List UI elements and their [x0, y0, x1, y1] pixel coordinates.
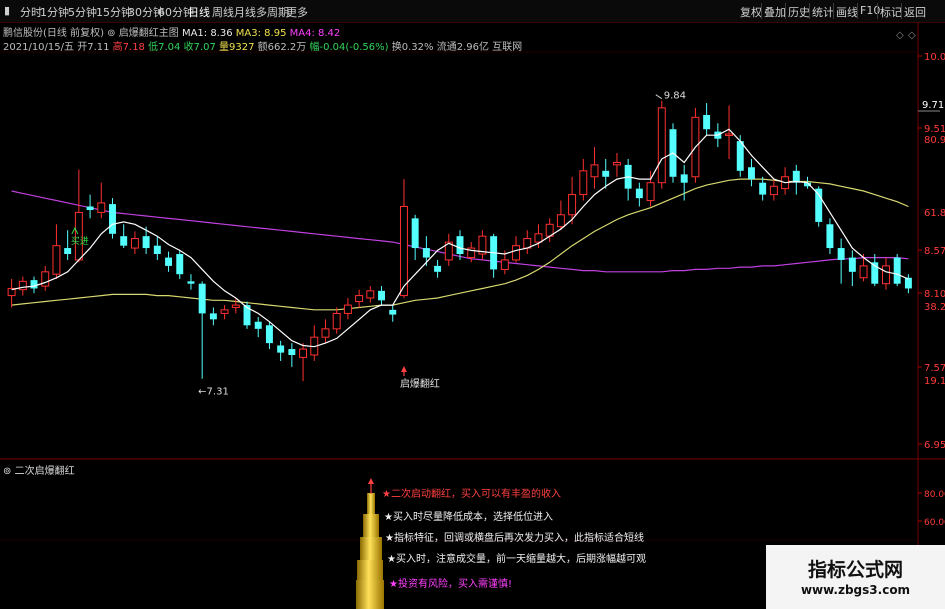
signal-arrow-head [400, 366, 407, 372]
sub-note-0: ★二次启动翻红，买入可以有丰盈的收入 [382, 487, 561, 500]
candle-body-up[interactable] [882, 265, 890, 285]
candle-body-down[interactable] [759, 182, 767, 195]
candle-body-up[interactable] [568, 194, 577, 216]
candle-body-up[interactable] [332, 312, 341, 330]
candle-body-up[interactable] [590, 164, 599, 178]
candle-body-down[interactable] [434, 265, 442, 272]
candle-body-up[interactable] [355, 295, 364, 303]
candle-body-up[interactable] [646, 182, 655, 202]
candle-body-down[interactable] [602, 170, 610, 177]
sub-indicator-name: 二次启爆翻红 [14, 466, 75, 477]
watermark-title: 指标公式网 [807, 559, 903, 581]
candle-body-down[interactable] [422, 248, 430, 258]
diamond-icon[interactable]: ◇ [896, 30, 904, 41]
candle-body-up[interactable] [500, 259, 509, 270]
candle-body-down[interactable] [837, 248, 845, 260]
candle-body-down[interactable] [635, 188, 643, 199]
candle-body-up[interactable] [41, 271, 50, 287]
candle-body-up[interactable] [769, 185, 778, 196]
gold-bar-step-4 [356, 580, 384, 609]
sub-y-tick-label: 60.00 [924, 518, 945, 528]
candle-body-down[interactable] [198, 283, 206, 314]
candle-body-down[interactable] [254, 321, 262, 329]
sub-signal-arrow-head [368, 478, 374, 484]
candle-body-up[interactable] [512, 245, 521, 261]
candle-body-down[interactable] [288, 349, 296, 355]
candle-body-up[interactable] [97, 202, 106, 213]
candle-body-down[interactable] [187, 281, 195, 284]
candle-body-up[interactable] [343, 304, 352, 314]
candle-body-down[interactable] [86, 206, 94, 211]
candle-body-up[interactable] [366, 290, 375, 299]
sub-y-tick-label: 80.00 [924, 490, 945, 500]
current-price-label: 9.71 [922, 100, 944, 111]
y-tick-label: 38.2% [924, 302, 945, 313]
y-tick-label: 9.51 [924, 124, 945, 135]
y-tick-label: 8.10 [924, 289, 945, 300]
low-price-label: ←7.31 [198, 387, 229, 398]
candle-body-up[interactable] [657, 107, 666, 184]
candle-body-down[interactable] [176, 254, 184, 275]
sub-indicator-icon[interactable]: ⊚ [3, 466, 11, 477]
watermark-url: www.zbgs3.com [800, 583, 911, 597]
y-tick-label: 19.1% [924, 376, 945, 387]
candle-body-down[interactable] [893, 257, 901, 284]
high-pointer [655, 94, 663, 100]
settings-icon[interactable]: ◇ [908, 30, 916, 41]
candle-body-down[interactable] [378, 290, 386, 301]
sub-note-1: ★买入时尽量降低成本，选择低位进入 [384, 510, 553, 523]
sub-note-4: ★投资有风险，买入需谨慎! [389, 577, 512, 590]
candle-body-down[interactable] [30, 280, 38, 289]
candle-body-down[interactable] [826, 224, 834, 249]
buy-signal-label: 买进 [71, 236, 89, 247]
candle-body-down[interactable] [747, 167, 755, 180]
y-tick-label: 7.57 [924, 363, 945, 374]
candle-body-down[interactable] [680, 174, 688, 183]
candle-body-down[interactable] [120, 236, 128, 246]
candle-body-up[interactable] [534, 233, 543, 243]
candle-body-down[interactable] [209, 313, 217, 320]
sub-chart-title: ⊚ 二次启爆翻红 [3, 462, 75, 477]
candle-body-down[interactable] [848, 257, 856, 272]
y-tick-label: 6.95 [924, 440, 945, 451]
candle-body-up[interactable] [725, 133, 734, 136]
candle-body-down[interactable] [703, 114, 711, 130]
candle-body-up[interactable] [859, 265, 868, 279]
candle-body-down[interactable] [64, 248, 72, 254]
candle-body-up[interactable] [579, 170, 588, 196]
candle-body-down[interactable] [411, 218, 419, 249]
candle-body-up[interactable] [52, 245, 61, 275]
candle-body-down[interactable] [153, 245, 161, 254]
candle-body-down[interactable] [277, 345, 285, 353]
candle-body-up[interactable] [130, 238, 139, 249]
candle-body-up[interactable] [231, 304, 240, 308]
candle-body-down[interactable] [265, 325, 273, 344]
candle-body-down[interactable] [456, 236, 464, 254]
candle-body-down[interactable] [389, 309, 397, 315]
candle-body-down[interactable] [165, 257, 173, 266]
sub-note-3: ★买入时，注意成交量，前一天缩量越大，后期涨幅越可观 [387, 552, 646, 565]
signal-label: 启爆翻红 [400, 377, 440, 390]
candle-body-down[interactable] [736, 141, 744, 171]
candle-body-up[interactable] [321, 328, 330, 338]
y-tick-label: 8.57 [924, 246, 945, 257]
y-tick-label: 10.08 [924, 52, 945, 63]
candle-body-up[interactable] [556, 214, 565, 228]
kline-chart[interactable]: 10.08 9.5180.9% 8.57 61.8% 8.10 38.2% 7.57 19.1… [0, 0, 945, 609]
candle-body-up[interactable] [299, 348, 308, 358]
candle-body-down[interactable] [904, 277, 912, 289]
candle-body-down[interactable] [142, 236, 150, 249]
y-tick-label: 61.8% [924, 208, 945, 219]
candle-body-up[interactable] [220, 309, 229, 314]
y-tick-label: 80.9% [924, 135, 945, 146]
high-price-label: 9.84 [664, 91, 686, 102]
candle-body-down[interactable] [109, 204, 116, 234]
candle-body-up[interactable] [399, 205, 408, 297]
candle-body-down[interactable] [815, 188, 823, 222]
watermark: 指标公式网 www.zbgs3.com [766, 545, 945, 609]
sub-note-2: ★指标特征，回调或横盘后再次发力买入，此指标适合短线 [385, 531, 644, 544]
candle-body-up[interactable] [612, 162, 621, 166]
